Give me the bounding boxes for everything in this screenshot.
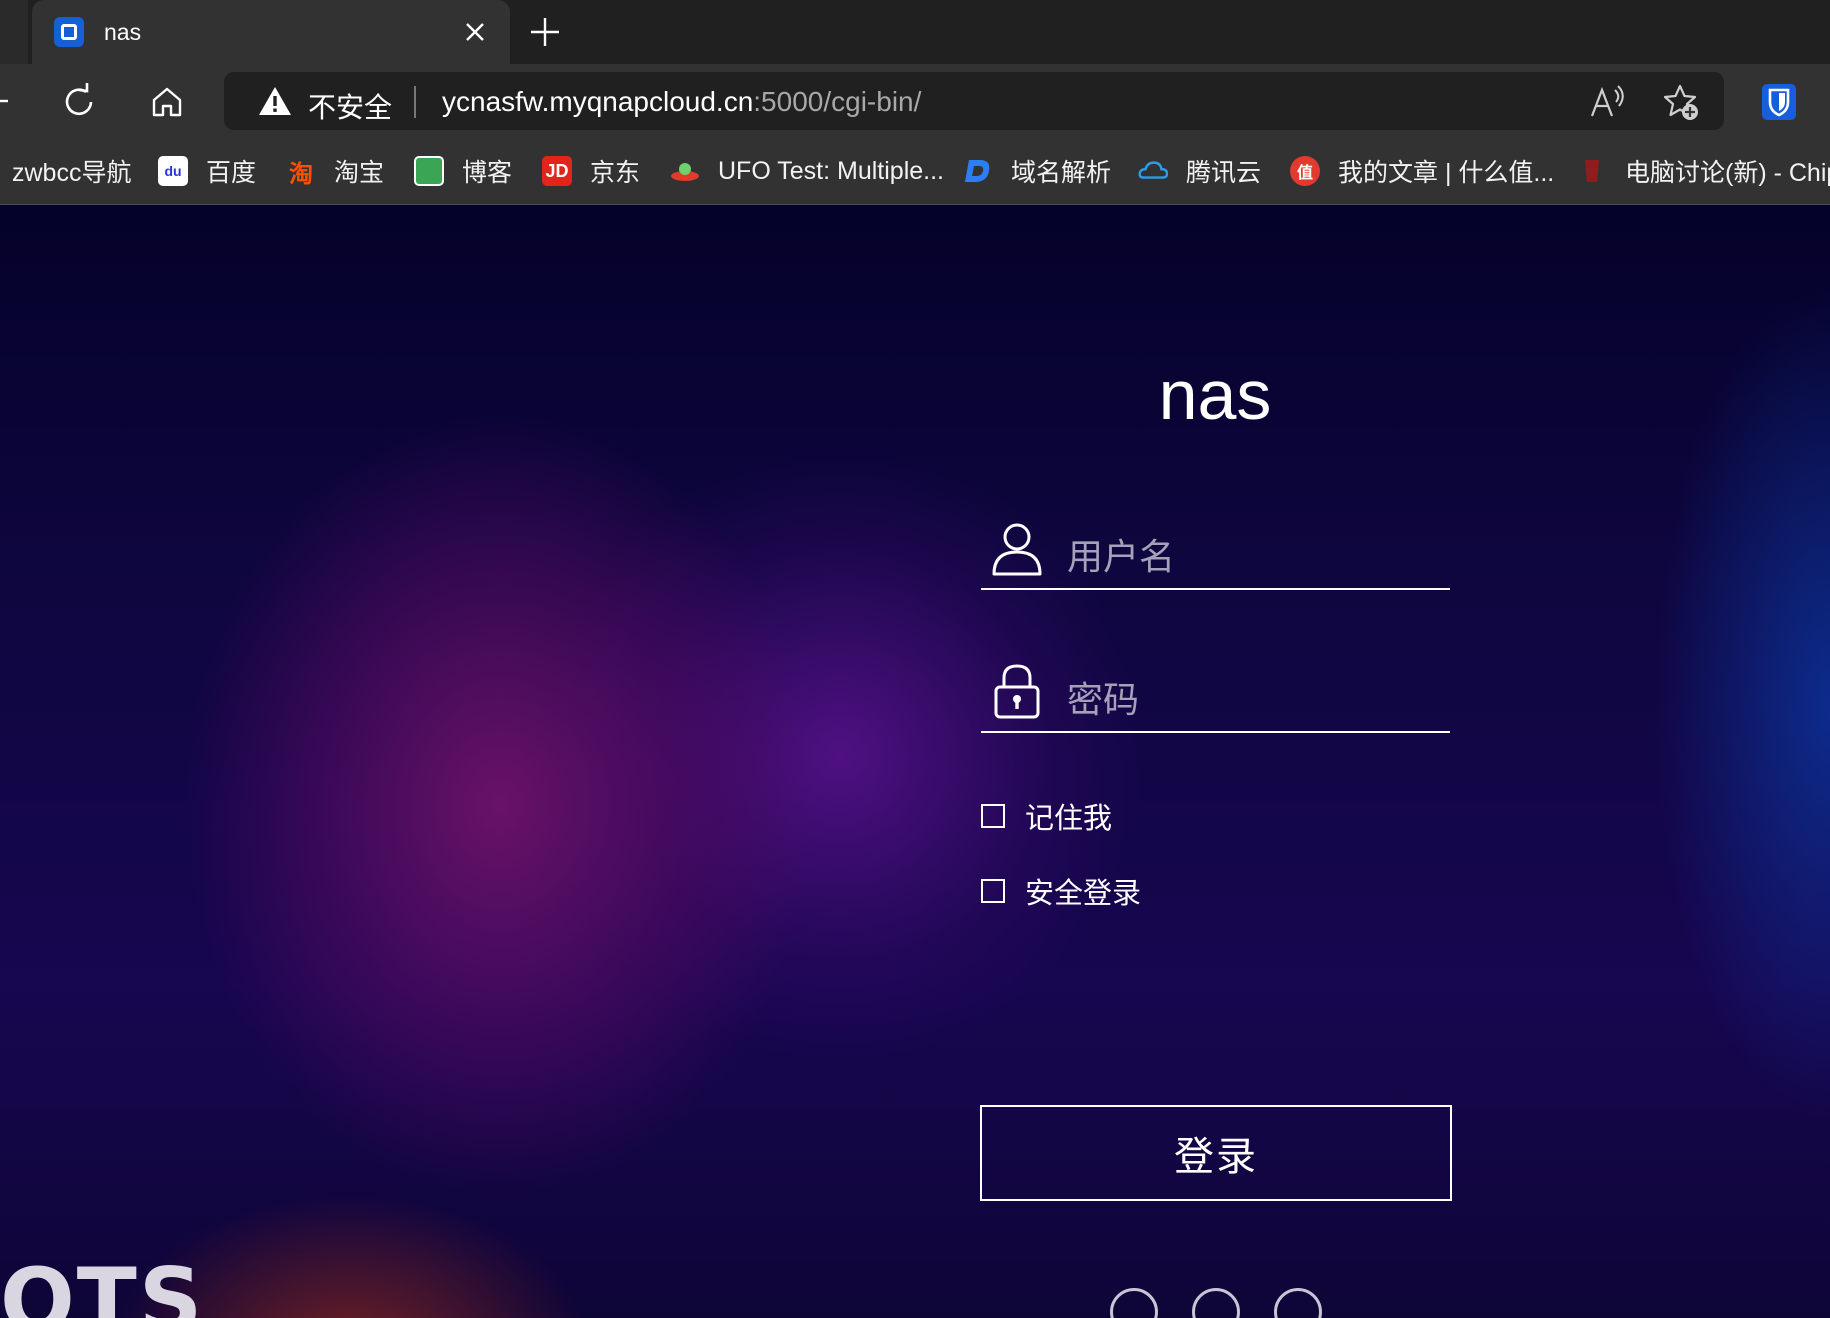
password-placeholder: 密码 xyxy=(1067,679,1140,720)
bookmark-label: 博客 xyxy=(462,159,513,187)
baidu-icon: du xyxy=(158,156,188,186)
qts-logo: QTS xyxy=(0,1249,205,1318)
url-host: ycnasfw.myqnapcloud.cn xyxy=(442,86,754,117)
checkbox-box[interactable] xyxy=(981,879,1005,903)
navigation-bar: 不安全 ycnasfw.myqnapcloud.cn:5000/cgi-bin/ xyxy=(0,64,1830,138)
new-tab-icon[interactable] xyxy=(525,12,565,52)
bookmark-label: 淘宝 xyxy=(334,159,385,187)
bookmark-label: 电脑讨论(新) - Chip xyxy=(1625,159,1830,187)
bookmark-baidu[interactable]: du 百度 xyxy=(158,138,256,204)
bookmark-dnspod[interactable]: 域名解析 xyxy=(963,138,1111,204)
security-label[interactable]: 不安全 xyxy=(308,86,392,126)
taobao-icon: 淘 xyxy=(289,160,313,188)
lock-icon xyxy=(994,664,1040,719)
qmanager-icon[interactable] xyxy=(1110,1288,1158,1318)
bookmark-label: 腾讯云 xyxy=(1186,159,1262,187)
qmanual-icon[interactable] xyxy=(1274,1288,1322,1318)
bookmark-label: 我的文章 | 什么值... xyxy=(1338,159,1555,187)
tab-nas[interactable]: nas xyxy=(32,0,510,64)
bitwarden-icon[interactable] xyxy=(1762,84,1796,120)
qnap-icon xyxy=(54,17,84,47)
remember-me-label[interactable]: 记住我 xyxy=(1025,795,1112,837)
tab-strip-edge xyxy=(0,0,28,64)
qfile-icon[interactable] xyxy=(1192,1288,1240,1318)
secure-login-checkbox[interactable]: 安全登录 xyxy=(981,870,1141,912)
url-text[interactable]: ycnasfw.myqnapcloud.cn:5000/cgi-bin/ xyxy=(442,86,921,118)
tab-title: nas xyxy=(104,19,142,45)
user-icon xyxy=(992,523,1042,576)
bookmark-ufo-test[interactable]: UFO Test: Multiple... xyxy=(670,138,944,204)
login-button[interactable]: 登录 xyxy=(980,1105,1452,1201)
bookmark-jd[interactable]: JD 京东 xyxy=(542,138,640,204)
remember-me-checkbox[interactable]: 记住我 xyxy=(981,795,1112,837)
username-field[interactable]: 用户名 xyxy=(981,490,1450,590)
bookmark-label: UFO Test: Multiple... xyxy=(718,156,944,185)
bookmarks-bar: zwbcc导航 du 百度 淘 淘宝 博客 JD 京东 UFO Test: Mu… xyxy=(0,138,1830,205)
tencent-cloud-icon xyxy=(1138,156,1168,186)
username-placeholder: 用户名 xyxy=(1067,536,1176,577)
tab-strip: nas xyxy=(0,0,1830,64)
back-icon[interactable] xyxy=(0,84,24,118)
device-name: nas xyxy=(1158,356,1272,434)
checkbox-box[interactable] xyxy=(981,804,1005,828)
jd-icon: JD xyxy=(542,156,572,186)
bookmark-blog[interactable]: 博客 xyxy=(414,138,512,204)
bookmark-label: 京东 xyxy=(590,159,641,187)
ufo-icon xyxy=(670,156,700,186)
bookmark-label: 域名解析 xyxy=(1011,159,1112,187)
blog-icon xyxy=(414,156,444,186)
reload-icon[interactable] xyxy=(58,81,100,123)
bookmark-tencent-cloud[interactable]: 腾讯云 xyxy=(1138,138,1261,204)
secure-login-label[interactable]: 安全登录 xyxy=(1025,870,1141,912)
bookmark-label: 百度 xyxy=(206,159,257,187)
login-page: nas 用户名 密码 记住我 安全登录 登录 QTS xyxy=(0,205,1830,1318)
password-field[interactable]: 密码 xyxy=(981,633,1450,733)
smzdm-icon: 值 xyxy=(1290,156,1320,186)
add-favorite-icon[interactable] xyxy=(1660,82,1700,122)
dnspod-icon xyxy=(963,156,993,186)
bookmark-chiphell[interactable]: 电脑讨论(新) - Chip xyxy=(1577,138,1830,204)
url-path: :5000/cgi-bin/ xyxy=(753,86,922,117)
bookmark-label: zwbcc导航 xyxy=(12,159,132,187)
bookmark-taobao[interactable]: 淘 淘宝 xyxy=(286,138,384,204)
bookmark-smzdm[interactable]: 值 我的文章 | 什么值... xyxy=(1290,138,1554,204)
home-icon[interactable] xyxy=(146,81,188,123)
address-bar[interactable]: 不安全 ycnasfw.myqnapcloud.cn:5000/cgi-bin/ xyxy=(224,72,1724,130)
url-divider xyxy=(414,86,416,118)
close-icon[interactable] xyxy=(458,15,492,49)
chiphell-icon xyxy=(1577,156,1607,186)
warning-icon[interactable] xyxy=(258,85,292,117)
bookmark-zwbcc[interactable]: zwbcc导航 xyxy=(12,138,131,204)
read-aloud-icon[interactable] xyxy=(1588,84,1628,120)
